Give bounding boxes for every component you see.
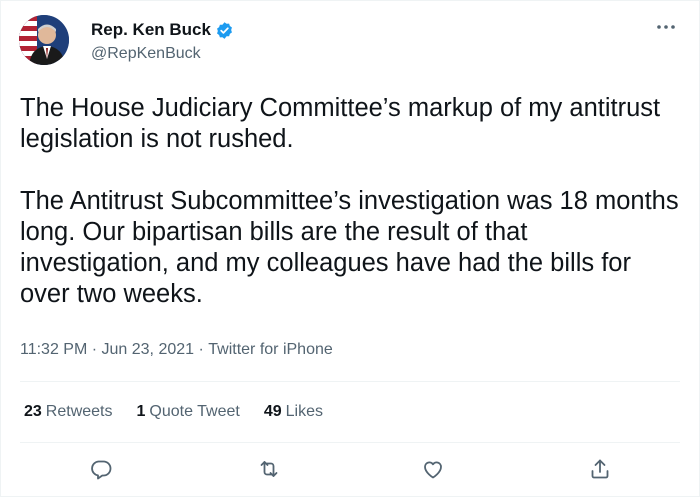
reply-button[interactable]: [89, 457, 113, 481]
divider: [20, 442, 680, 443]
likes-count: 49: [263, 403, 282, 420]
author-avatar[interactable]: [19, 15, 69, 65]
more-options-icon[interactable]: [655, 17, 677, 37]
tweet-source[interactable]: Twitter for iPhone: [208, 341, 333, 359]
author-name[interactable]: Rep. Ken Buck: [91, 20, 211, 40]
verified-badge-icon: [217, 21, 232, 39]
engagement-stats: 23 Retweets 1 Quote Tweet 49 Likes: [24, 403, 323, 421]
tweet-card: Rep. Ken Buck @RepKenBuck The House Judi…: [0, 0, 700, 497]
retweet-button[interactable]: [257, 457, 281, 481]
retweet-icon: [260, 461, 278, 477]
meta-separator: ·: [194, 341, 209, 358]
divider: [20, 381, 680, 382]
reply-icon: [91, 460, 112, 480]
retweets-label: Retweets: [45, 403, 113, 420]
meta-separator: ·: [87, 341, 102, 358]
share-button[interactable]: [588, 457, 612, 481]
heart-icon: [424, 461, 442, 479]
likes-stat[interactable]: 49 Likes: [264, 403, 323, 421]
retweets-count: 23: [24, 403, 42, 420]
share-icon: [591, 459, 609, 479]
tweet-date[interactable]: Jun 23, 2021: [102, 341, 195, 359]
like-button[interactable]: [421, 457, 445, 481]
author-handle[interactable]: @RepKenBuck: [91, 45, 201, 63]
tweet-time[interactable]: 11:32 PM: [20, 341, 87, 359]
likes-label: Likes: [285, 403, 323, 420]
tweet-meta: 11:32 PM · Jun 23, 2021 · Twitter for iP…: [20, 341, 333, 359]
action-bar: [1, 457, 700, 483]
retweets-stat[interactable]: 23 Retweets: [24, 403, 113, 421]
quotes-label: Quote Tweet: [149, 403, 240, 420]
tweet-text: The House Judiciary Committee’s markup o…: [20, 94, 679, 308]
quotes-count: 1: [136, 403, 146, 420]
quotes-stat[interactable]: 1 Quote Tweet: [137, 403, 240, 421]
